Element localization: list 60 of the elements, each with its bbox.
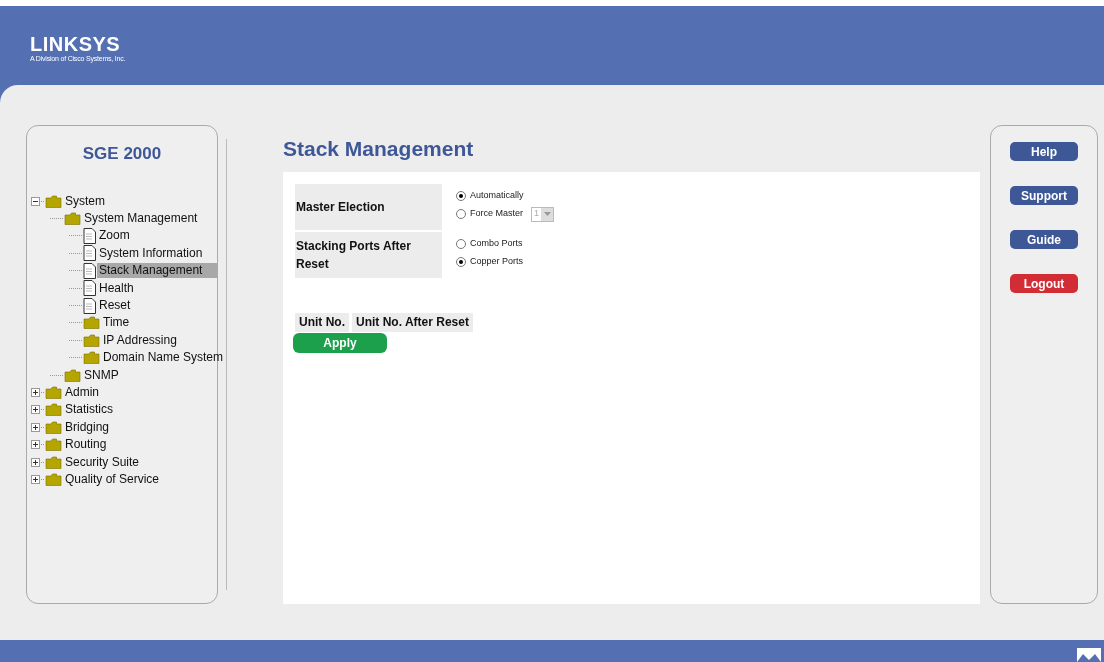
field-label: Master Election <box>295 184 442 230</box>
nav-button[interactable]: Help <box>1010 142 1078 161</box>
column-header: Unit No. After Reset <box>352 313 473 332</box>
radio-label: Force Master <box>470 207 523 221</box>
tree-item[interactable]: Reset <box>97 298 133 314</box>
document-icon <box>83 280 96 297</box>
tree-item[interactable]: Domain Name System <box>101 350 226 366</box>
tree-item[interactable]: IP Addressing <box>101 332 179 348</box>
radio-button[interactable] <box>456 191 466 201</box>
document-icon <box>83 262 96 279</box>
open-folder-icon <box>64 212 81 226</box>
folder-icon <box>45 472 62 486</box>
device-title: SGE 2000 <box>81 143 163 165</box>
page-title: Stack Management <box>283 136 475 162</box>
expand-icon[interactable] <box>31 405 40 415</box>
document-icon <box>83 297 96 314</box>
tree-item[interactable]: Security Suite <box>63 454 142 470</box>
folder-icon <box>83 316 100 330</box>
radio-label: Automatically <box>470 189 524 203</box>
folder-icon <box>45 403 62 417</box>
tree-item[interactable]: Health <box>97 280 136 296</box>
nav-button[interactable]: Support <box>1010 186 1078 205</box>
expand-icon[interactable] <box>31 388 40 397</box>
expand-icon[interactable] <box>31 474 40 484</box>
brand-logo: LINKSYS <box>30 34 122 54</box>
radio-button[interactable] <box>456 257 466 267</box>
tree-item[interactable]: Stack Management <box>97 263 218 279</box>
folder-icon <box>83 351 100 365</box>
field-label: Stacking Ports After Reset <box>295 232 442 278</box>
tree-item[interactable]: Time <box>101 315 132 331</box>
radio-label: Copper Ports <box>470 255 524 269</box>
radio-label: Combo Ports <box>470 237 523 251</box>
collapse-icon[interactable] <box>31 196 40 206</box>
folder-icon <box>64 368 81 382</box>
expand-icon[interactable] <box>31 422 40 432</box>
folder-icon <box>83 333 100 347</box>
nav-button[interactable]: Logout <box>1010 274 1078 293</box>
tree-item[interactable]: Quality of Service <box>63 471 162 487</box>
expand-icon[interactable] <box>31 440 40 450</box>
tree-item[interactable]: Admin <box>63 385 101 400</box>
open-folder-icon <box>45 194 62 208</box>
tree-item[interactable]: Statistics <box>63 402 115 418</box>
tree-item[interactable]: SNMP <box>82 367 121 383</box>
document-icon <box>83 227 96 244</box>
column-header: Unit No. <box>295 313 349 332</box>
tree-item[interactable]: System <box>63 193 107 209</box>
tree-item[interactable]: Routing <box>63 437 109 453</box>
folder-icon <box>45 420 62 434</box>
nav-button[interactable]: Guide <box>1010 230 1078 249</box>
folder-icon <box>45 438 62 452</box>
tree-item[interactable]: Zoom <box>97 228 132 244</box>
document-icon <box>83 245 96 262</box>
tree-item[interactable]: Bridging <box>63 419 112 435</box>
folder-icon <box>45 455 62 469</box>
radio-button[interactable] <box>456 239 466 249</box>
radio-button[interactable] <box>456 209 466 219</box>
tree-item[interactable]: System Information <box>97 245 205 261</box>
tree-item[interactable]: System Management <box>82 211 200 227</box>
expand-icon[interactable] <box>31 457 40 467</box>
folder-icon <box>45 386 62 399</box>
